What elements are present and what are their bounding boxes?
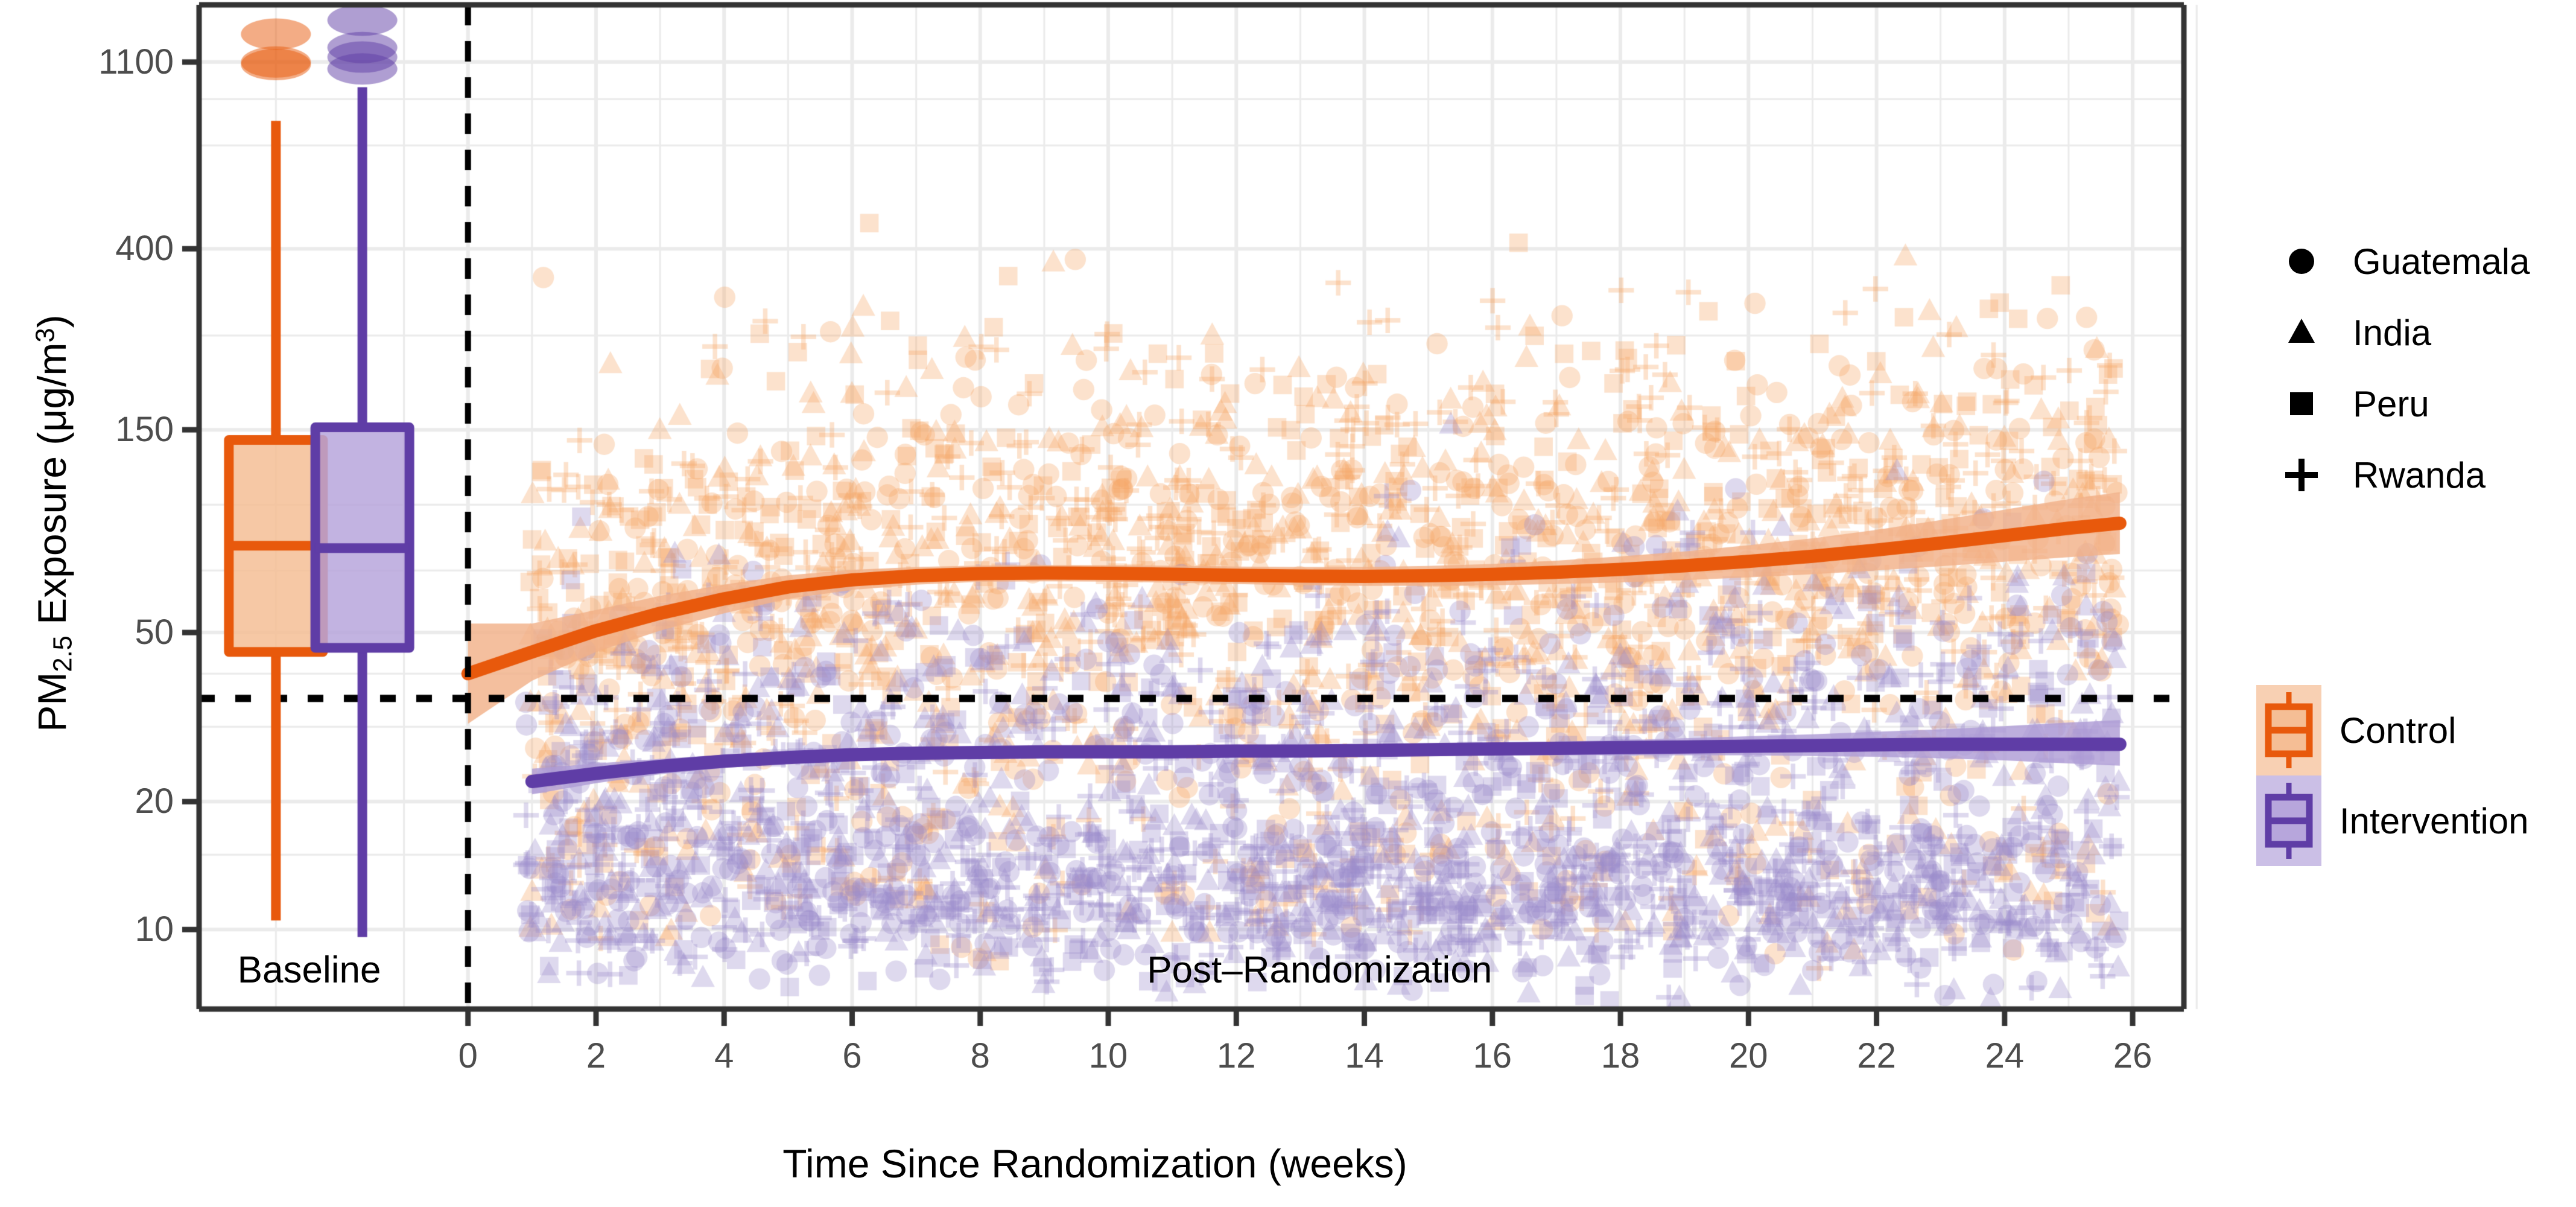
post-randomization-label: Post–Randomization [1147, 949, 1493, 992]
country-legend-item-guatemala[interactable]: Guatemala [2268, 228, 2530, 295]
x-tick-label: 12 [1217, 1036, 1256, 1075]
baseline-label: Baseline [237, 949, 381, 992]
x-tick-label: 10 [1088, 1036, 1128, 1075]
y-tick-label: 10 [135, 909, 174, 949]
x-tick-label: 6 [842, 1036, 862, 1075]
x-tick-label: 26 [2113, 1036, 2152, 1075]
y-tick-label: 1100 [98, 42, 174, 81]
y-axis-title-mid: Exposure (μg/m [29, 342, 74, 636]
y-axis-title-suffix: ) [29, 314, 74, 328]
square-marker-icon [2268, 371, 2335, 437]
plot-area-canvas [0, 0, 2576, 1207]
y-tick-label: 400 [115, 229, 174, 269]
x-tick-label: 16 [1473, 1036, 1512, 1075]
x-tick-label: 24 [1985, 1036, 2025, 1075]
y-tick-label: 150 [115, 410, 174, 450]
triangle-marker-icon [2268, 299, 2335, 366]
arm-legend-item-control[interactable]: Control [2256, 685, 2456, 775]
arm-legend-label: Control [2340, 710, 2457, 751]
x-tick-label: 8 [970, 1036, 990, 1075]
arm-legend-label: Intervention [2340, 800, 2529, 841]
pm25-exposure-chart: PM2.5 Exposure (μg/m3) Time Since Random… [0, 0, 2576, 1207]
x-tick-label: 22 [1857, 1036, 1896, 1075]
y-axis-title-superscript: 3 [31, 328, 60, 343]
x-tick-label: 2 [586, 1036, 606, 1075]
y-axis-title-prefix: PM [29, 672, 74, 732]
y-axis-title: PM2.5 Exposure (μg/m3) [29, 131, 78, 916]
y-axis-title-subscript: 2.5 [48, 635, 78, 672]
country-legend-label: Peru [2353, 383, 2429, 424]
arm-legend-item-intervention[interactable]: Intervention [2256, 775, 2529, 866]
country-legend-label: India [2353, 312, 2432, 353]
x-tick-label: 14 [1345, 1036, 1384, 1075]
country-legend-label: Guatemala [2353, 241, 2530, 282]
x-axis-title: Time Since Randomization (weeks) [782, 1141, 1407, 1186]
country-legend-label: Rwanda [2353, 454, 2486, 495]
boxplot-key-icon [2256, 775, 2321, 866]
x-tick-label: 20 [1729, 1036, 1768, 1075]
x-tick-label: 18 [1600, 1036, 1640, 1075]
country-legend-item-peru[interactable]: Peru [2268, 371, 2429, 437]
x-tick-label: 4 [714, 1036, 734, 1075]
country-legend-item-india[interactable]: India [2268, 299, 2431, 366]
plus-marker-icon [2268, 442, 2335, 508]
circle-marker-icon [2268, 228, 2335, 295]
y-tick-label: 50 [135, 613, 174, 652]
country-legend-item-rwanda[interactable]: Rwanda [2268, 442, 2486, 508]
x-tick-label: 0 [458, 1036, 478, 1075]
boxplot-key-icon [2256, 685, 2321, 775]
y-tick-label: 20 [135, 782, 174, 821]
